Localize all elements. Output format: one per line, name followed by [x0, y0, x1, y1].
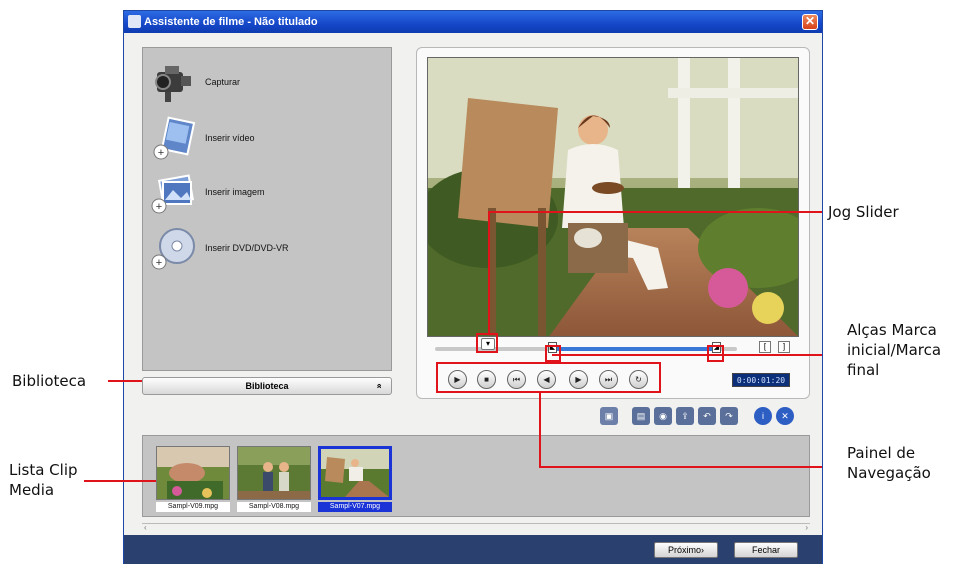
clip-name: Sampl-V09.mpg [156, 502, 230, 512]
clip-item-selected[interactable]: Sampl-V07.mpg [318, 446, 392, 514]
app-icon [128, 15, 141, 28]
insert-video-label: Inserir vídeo [205, 133, 255, 143]
export-icon[interactable]: ⇪ [676, 407, 694, 425]
clip-list-callout-line: Lista Clip [9, 461, 78, 479]
trim-range-fill [553, 347, 715, 351]
image-file-icon: + [151, 174, 195, 214]
window-title: Assistente de filme - Não titulado [144, 16, 318, 28]
clip-thumbnail [318, 446, 392, 500]
insert-image-item[interactable]: + Inserir imagem [151, 170, 381, 220]
video-preview [427, 57, 799, 337]
jog-slider-highlight [476, 333, 498, 353]
clip-item[interactable]: Sampl-V09.mpg [156, 446, 230, 514]
jog-slider-leader [488, 211, 490, 335]
movie-template-icon[interactable]: ▤ [632, 407, 650, 425]
navigation-panel-highlight [436, 362, 661, 393]
nav-panel-leader [539, 466, 822, 468]
next-button[interactable]: Próximo› [654, 542, 718, 558]
close-button[interactable]: ✕ [802, 14, 818, 30]
insert-dvd-item[interactable]: + Inserir DVD/DVD-VR [151, 226, 381, 276]
media-clip-list: Sampl-V09.mpg Sampl-V08.mpg Sampl-V07.mp… [142, 435, 810, 517]
capture-item[interactable]: Capturar [151, 60, 381, 110]
svg-text:+: + [156, 201, 162, 213]
video-frame-image [428, 58, 798, 336]
nav-panel-callout-line: Navegação [847, 464, 931, 482]
insert-dvd-label: Inserir DVD/DVD-VR [205, 243, 289, 253]
camcorder-icon [155, 66, 191, 102]
clip-thumbnail [156, 446, 230, 500]
scroll-right-icon[interactable]: › [805, 523, 808, 532]
library-panel: Capturar + Inserir vídeo + Inserir image… [142, 47, 392, 371]
capture-label: Capturar [205, 77, 241, 87]
movie-wizard-window: Assistente de filme - Não titulado ✕ Cap… [123, 10, 823, 564]
scroll-left-icon[interactable]: ‹ [144, 523, 147, 532]
import-icon[interactable]: ▣ [600, 407, 618, 425]
title-bar: Assistente de filme - Não titulado ✕ [124, 11, 822, 33]
delete-icon[interactable]: ✕ [776, 407, 794, 425]
chevron-up-icon: » [373, 383, 384, 389]
footer-bar: Próximo› Fechar [124, 535, 822, 564]
nav-panel-callout-line: Painel de [847, 444, 916, 462]
mark-handles-callout-line: final [847, 361, 880, 379]
clip-list-callout: Lista Clip Media [9, 460, 78, 500]
clip-thumbnail [237, 446, 311, 500]
insert-image-label: Inserir imagem [205, 187, 265, 197]
library-bar-label: Biblioteca [245, 381, 289, 391]
svg-text:+: + [156, 257, 162, 269]
video-file-icon: + [153, 116, 196, 160]
clip-list-leader [84, 480, 156, 482]
nav-panel-leader [539, 392, 541, 468]
svg-text:+: + [158, 147, 164, 159]
clip-list-callout-line: Media [9, 481, 55, 499]
clip-name: Sampl-V07.mpg [318, 502, 392, 512]
jog-slider-leader [488, 211, 822, 213]
library-toggle-button[interactable]: Biblioteca » [142, 377, 392, 395]
redo-icon[interactable]: ↷ [720, 407, 738, 425]
theme-icon[interactable]: ◉ [654, 407, 672, 425]
timecode-display[interactable]: 0:00:01:20 [732, 373, 790, 387]
clip-name: Sampl-V08.mpg [237, 502, 311, 512]
mark-handles-callout: Alças Marca inicial/Marca final [847, 320, 941, 380]
mark-handles-leader [552, 354, 822, 356]
mark-handles-callout-line: Alças Marca [847, 321, 937, 339]
clip-item[interactable]: Sampl-V08.mpg [237, 446, 311, 514]
insert-video-item[interactable]: + Inserir vídeo [151, 116, 381, 166]
nav-panel-callout: Painel de Navegação [847, 443, 931, 483]
mark-handles-callout-line: inicial/Marca [847, 341, 942, 359]
set-mark-in-button[interactable]: [ [759, 341, 771, 353]
jog-slider-callout: Jog Slider [828, 203, 899, 221]
help-icon[interactable]: i [754, 407, 772, 425]
close-dialog-button[interactable]: Fechar [734, 542, 798, 558]
dvd-disc-icon: + [151, 228, 195, 270]
library-leader [108, 380, 142, 382]
library-callout: Biblioteca [12, 372, 87, 390]
set-mark-out-button[interactable]: ] [778, 341, 790, 353]
undo-icon[interactable]: ↶ [698, 407, 716, 425]
clip-list-scrollbar[interactable]: ‹ › [142, 523, 810, 532]
